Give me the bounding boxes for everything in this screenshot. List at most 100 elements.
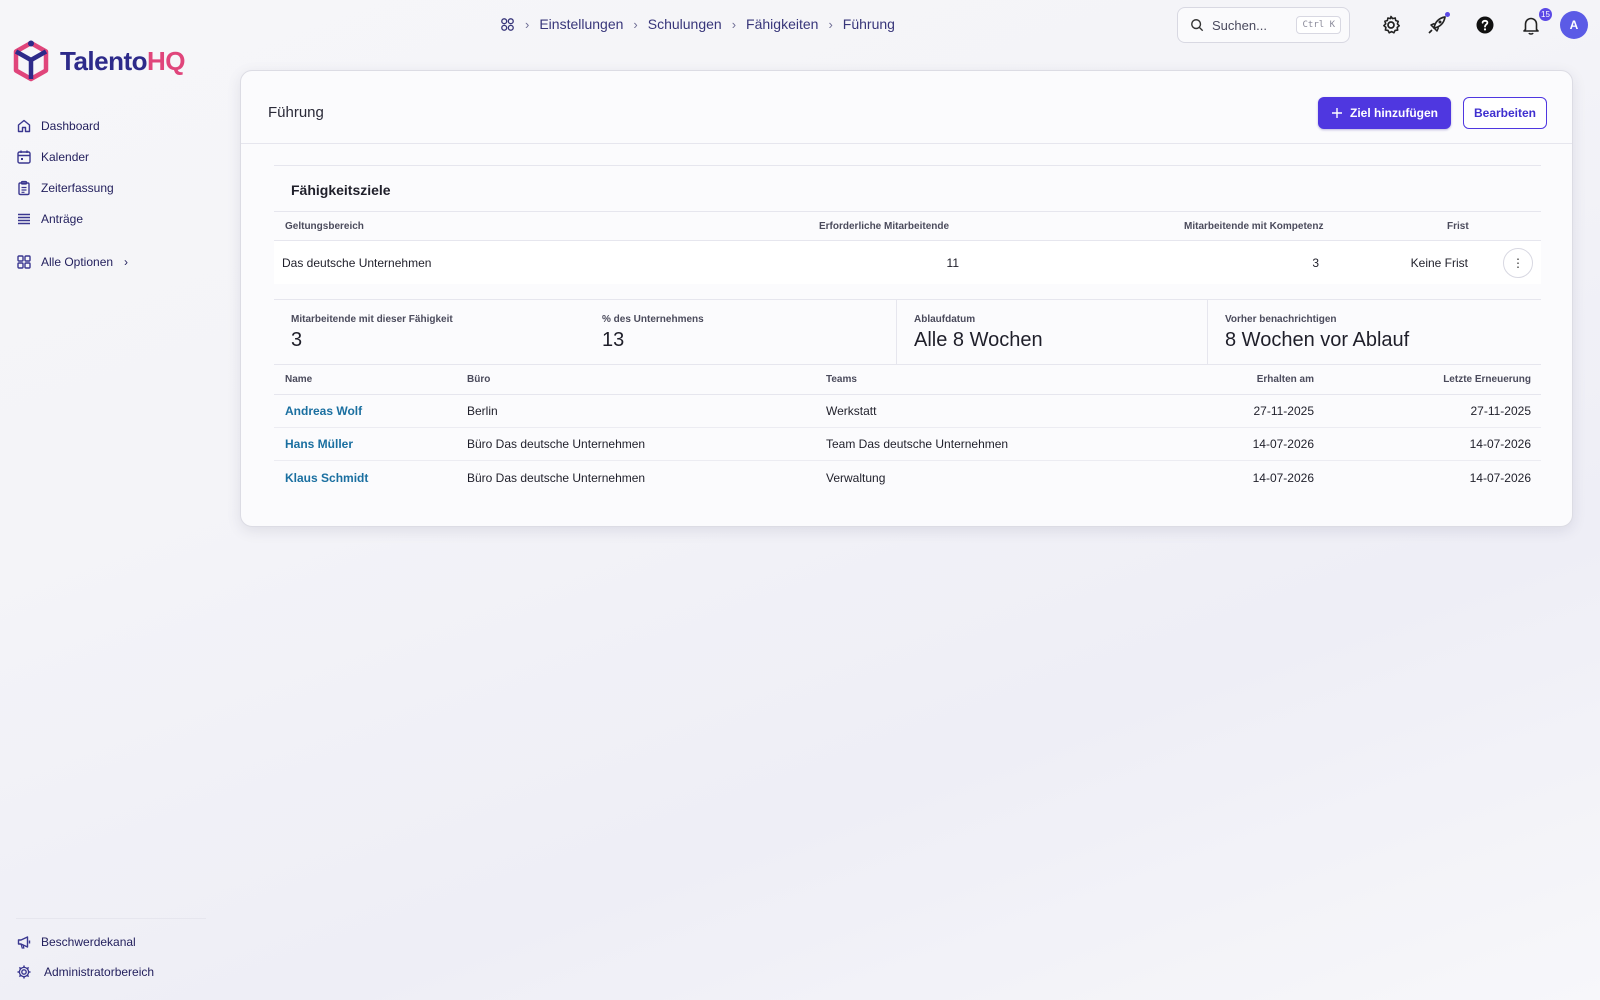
column-header-received: Erhalten am <box>1256 374 1314 385</box>
goals-table-header: Geltungsbereich Erforderliche Mitarbeite… <box>274 211 1541 241</box>
stat-value: Alle 8 Wochen <box>914 329 1043 351</box>
sidebar-item-label: Alle Optionen <box>41 254 114 269</box>
column-header-teams: Teams <box>826 374 857 385</box>
divider <box>241 143 1572 144</box>
search-icon <box>1191 19 1204 32</box>
kebab-icon: ⋮ <box>1512 256 1524 270</box>
sidebar-item-zeiterfassung[interactable]: Zeiterfassung <box>16 172 206 203</box>
sidebar-nav: Dashboard Kalender Zeiterfassung Anträge… <box>16 110 206 277</box>
stat-label: % des Unternehmens <box>602 314 704 325</box>
goal-competent-count: 3 <box>1312 255 1319 270</box>
rocket-icon <box>1428 16 1446 34</box>
more-options-button[interactable]: ⋮ <box>1503 248 1533 278</box>
sidebar-item-label: Zeiterfassung <box>41 180 114 195</box>
chevron-right-icon: › <box>525 16 530 32</box>
column-header-deadline: Frist <box>1447 220 1469 232</box>
stat-label: Ablaufdatum <box>914 314 976 325</box>
employee-team: Team Das deutsche Unternehmen <box>826 437 1009 451</box>
breadcrumb-item[interactable]: Einstellungen <box>539 16 623 32</box>
column-header-renewal: Letzte Erneuerung <box>1443 374 1531 385</box>
stat-value: 3 <box>291 329 303 351</box>
gear-icon <box>1383 15 1400 34</box>
chevron-right-icon: › <box>828 16 833 32</box>
cube-logo-icon <box>13 40 49 82</box>
employee-office: Büro Das deutsche Unternehmen <box>467 470 646 485</box>
goal-deadline: Keine Frist <box>1410 255 1468 270</box>
logo-wordmark: TalentoHQ <box>60 45 186 76</box>
help-button[interactable] <box>1474 14 1496 36</box>
add-goal-label: Ziel hinzufügen <box>1350 106 1438 120</box>
sidebar-item-label: Dashboard <box>41 118 100 133</box>
sidebar-item-dashboard[interactable]: Dashboard <box>16 110 206 141</box>
column-header-name: Name <box>285 374 313 385</box>
sidebar-item-label: Beschwerdekanal <box>41 935 136 949</box>
sidebar-item-alle-optionen[interactable]: Alle Optionen › <box>16 246 206 277</box>
employee-name-link[interactable]: Hans Müller <box>285 428 353 460</box>
help-icon <box>1476 16 1494 34</box>
new-indicator-dot <box>1445 12 1450 17</box>
sidebar-item-beschwerdekanal[interactable]: Beschwerdekanal <box>16 927 206 957</box>
sidebar-item-label: Administratorbereich <box>44 965 155 979</box>
user-avatar[interactable]: A <box>1560 11 1588 39</box>
employee-office: Büro Das deutsche Unternehmen <box>467 437 646 451</box>
employee-team: Werkstatt <box>826 404 877 418</box>
stat-label: Mitarbeitende mit dieser Fähigkeit <box>291 314 453 325</box>
sidebar-footer: Beschwerdekanal Administratorbereich <box>16 918 206 987</box>
employee-renewal-date: 27-11-2025 <box>1470 404 1532 418</box>
stat-employees-with-skill: Mitarbeitende mit dieser Fähigkeit 3 <box>274 300 585 364</box>
employee-renewal-date: 14-07-2026 <box>1469 437 1531 451</box>
search-shortcut: Ctrl K <box>1296 16 1341 34</box>
clipboard-icon <box>18 180 30 195</box>
notifications-button[interactable]: 15 <box>1520 8 1552 36</box>
employee-name-link[interactable]: Klaus Schmidt <box>285 461 368 494</box>
employee-received-date: 14-07-2026 <box>1252 437 1314 451</box>
search-input[interactable]: Suchen... Ctrl K <box>1177 7 1350 43</box>
sidebar-item-administratorbereich[interactable]: Administratorbereich <box>16 957 206 987</box>
breadcrumb-item[interactable]: Schulungen <box>648 16 722 32</box>
chevron-right-icon: › <box>124 254 129 269</box>
rocket-button[interactable] <box>1426 12 1450 36</box>
skill-detail-card: Führung Ziel hinzufügen Bearbeiten Fähig… <box>240 70 1573 527</box>
column-header-competent: Mitarbeitende mit Kompetenz <box>1184 220 1324 232</box>
column-header-scope: Geltungsbereich <box>285 220 364 232</box>
stat-company-percentage: % des Unternehmens 13 <box>585 300 896 364</box>
employee-name-link[interactable]: Andreas Wolf <box>285 395 362 427</box>
stat-value: 8 Wochen vor Ablauf <box>1225 329 1410 351</box>
plus-icon <box>1332 108 1342 118</box>
table-row: Andreas Wolf Berlin Werkstatt 27-11-2025… <box>274 395 1541 428</box>
breadcrumb-item[interactable]: Fähigkeiten <box>746 16 818 32</box>
page-title: Führung <box>268 104 324 121</box>
gear-icon <box>17 965 31 979</box>
sidebar-item-label: Kalender <box>41 149 90 164</box>
chevron-right-icon: › <box>633 16 638 32</box>
stat-label: Vorher benachrichtigen <box>1225 314 1337 325</box>
sidebar-item-antraege[interactable]: Anträge <box>16 203 206 234</box>
grid-icon <box>17 254 31 269</box>
sidebar-item-kalender[interactable]: Kalender <box>16 141 206 172</box>
skill-stats: Mitarbeitende mit dieser Fähigkeit 3 % d… <box>274 299 1541 365</box>
breadcrumb-current: Führung <box>842 16 895 32</box>
sidebar-item-label: Anträge <box>41 211 84 226</box>
app-logo[interactable]: TalentoHQ <box>12 40 186 82</box>
edit-button[interactable]: Bearbeiten <box>1463 97 1547 129</box>
calendar-icon <box>17 150 31 164</box>
skill-goals-panel: Fähigkeitsziele Geltungsbereich Erforder… <box>274 165 1541 505</box>
employee-renewal-date: 14-07-2026 <box>1469 470 1531 485</box>
employee-team: Verwaltung <box>826 470 886 485</box>
settings-button[interactable] <box>1380 14 1402 36</box>
table-row: Hans Müller Büro Das deutsche Unternehme… <box>274 428 1541 461</box>
section-title: Fähigkeitsziele <box>291 182 391 198</box>
employee-received-date: 27-11-2025 <box>1253 404 1315 418</box>
stat-expiry: Ablaufdatum Alle 8 Wochen <box>896 300 1207 364</box>
search-placeholder: Suchen... <box>1212 17 1267 33</box>
column-header-required: Erforderliche Mitarbeitende <box>819 220 950 232</box>
goal-scope: Das deutsche Unternehmen <box>282 255 432 270</box>
breadcrumb: › Einstellungen › Schulungen › Fähigkeit… <box>500 12 895 36</box>
add-goal-button[interactable]: Ziel hinzufügen <box>1318 97 1451 129</box>
column-header-office: Büro <box>467 374 491 385</box>
employee-received-date: 14-07-2026 <box>1252 470 1314 485</box>
goals-table-row: Das deutsche Unternehmen 11 3 Keine Fris… <box>274 241 1541 284</box>
notification-count-badge: 15 <box>1539 8 1552 21</box>
chevron-right-icon: › <box>731 16 737 32</box>
apps-grid-icon[interactable] <box>500 17 515 32</box>
